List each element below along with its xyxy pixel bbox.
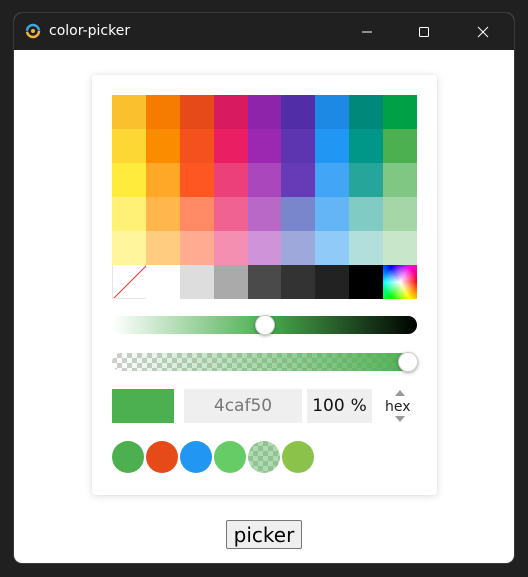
minimize-icon (362, 31, 372, 32)
color-swatch[interactable] (281, 129, 316, 163)
recent-color-swatch[interactable] (180, 441, 212, 473)
color-swatch[interactable] (383, 95, 417, 129)
color-swatch[interactable] (383, 197, 417, 231)
no-color-icon (113, 265, 146, 298)
hex-input[interactable]: 4caf50 (184, 389, 302, 423)
color-swatch[interactable] (349, 197, 384, 231)
color-swatch[interactable] (112, 163, 146, 197)
color-swatch[interactable] (213, 231, 248, 265)
caret-up-icon[interactable] (395, 390, 405, 396)
maximize-button[interactable] (401, 13, 447, 50)
color-swatch[interactable] (247, 265, 282, 299)
color-swatch[interactable] (281, 95, 316, 129)
picker-button[interactable]: picker (226, 520, 302, 549)
app-window: color-picker 4caf50 100 % hex picker (14, 13, 514, 563)
color-swatch[interactable] (383, 231, 417, 265)
color-swatch[interactable] (112, 197, 146, 231)
color-swatch[interactable] (145, 163, 180, 197)
color-swatch[interactable] (213, 265, 248, 299)
color-swatch[interactable] (213, 95, 248, 129)
custom-color-swatch[interactable] (383, 265, 417, 299)
color-swatch[interactable] (145, 265, 180, 299)
color-swatch[interactable] (179, 231, 214, 265)
title-bar: color-picker (14, 13, 514, 50)
color-swatch[interactable] (315, 129, 350, 163)
color-swatch[interactable] (179, 129, 214, 163)
color-swatch[interactable] (145, 231, 180, 265)
color-swatch[interactable] (179, 163, 214, 197)
color-swatch[interactable] (213, 197, 248, 231)
color-swatch[interactable] (349, 129, 384, 163)
recent-color-swatch[interactable] (112, 441, 144, 473)
color-swatch[interactable] (247, 129, 282, 163)
color-mode-label: hex (385, 399, 411, 415)
maximize-icon (419, 26, 429, 37)
swatch-palette (112, 95, 417, 299)
color-swatch[interactable] (247, 197, 282, 231)
close-icon (477, 26, 489, 37)
color-swatch[interactable] (349, 265, 384, 299)
alpha-input-unit: % (350, 396, 367, 416)
color-swatch[interactable] (145, 129, 180, 163)
color-swatch[interactable] (315, 231, 350, 265)
caret-down-icon[interactable] (395, 416, 405, 422)
color-swatch[interactable] (179, 95, 214, 129)
color-swatch[interactable] (281, 197, 316, 231)
minimize-button[interactable] (344, 13, 390, 50)
recent-color-swatch[interactable] (214, 441, 246, 473)
alpha-input[interactable]: 100 % (307, 389, 372, 423)
app-logo-icon (25, 23, 41, 39)
alpha-slider-handle[interactable] (398, 352, 418, 372)
color-swatch[interactable] (349, 163, 384, 197)
color-swatch[interactable] (213, 163, 248, 197)
color-controls: 4caf50 100 % hex (112, 389, 417, 423)
color-swatch[interactable] (179, 265, 214, 299)
color-swatch[interactable] (179, 197, 214, 231)
color-swatch[interactable] (247, 95, 282, 129)
recent-colors (112, 441, 314, 475)
color-swatch[interactable] (112, 129, 146, 163)
close-button[interactable] (460, 13, 506, 50)
recent-color-swatch[interactable] (248, 441, 280, 473)
recent-color-swatch[interactable] (282, 441, 314, 473)
current-color-preview (112, 389, 174, 423)
color-swatch[interactable] (383, 163, 417, 197)
color-swatch[interactable] (281, 231, 316, 265)
alpha-input-value: 100 (312, 396, 345, 416)
color-swatch[interactable] (145, 95, 180, 129)
color-swatch[interactable] (383, 129, 417, 163)
color-swatch[interactable] (315, 197, 350, 231)
no-color-swatch[interactable] (112, 265, 146, 299)
color-swatch[interactable] (349, 95, 384, 129)
color-swatch[interactable] (145, 197, 180, 231)
color-mode-toggle[interactable]: hex (382, 389, 417, 423)
color-swatch[interactable] (281, 265, 316, 299)
window-title: color-picker (49, 23, 131, 39)
recent-color-swatch[interactable] (146, 441, 178, 473)
color-swatch[interactable] (112, 95, 146, 129)
color-swatch[interactable] (315, 163, 350, 197)
shade-slider[interactable] (112, 315, 417, 335)
color-swatch[interactable] (247, 163, 282, 197)
color-swatch[interactable] (281, 163, 316, 197)
color-swatch[interactable] (315, 265, 350, 299)
color-picker-panel: 4caf50 100 % hex (92, 75, 437, 495)
alpha-slider[interactable] (112, 352, 418, 372)
color-swatch[interactable] (315, 95, 350, 129)
hex-input-value: 4caf50 (213, 396, 273, 416)
color-swatch[interactable] (112, 231, 146, 265)
shade-slider-handle[interactable] (254, 315, 275, 335)
color-swatch[interactable] (247, 231, 282, 265)
color-swatch[interactable] (213, 129, 248, 163)
color-swatch[interactable] (349, 231, 384, 265)
